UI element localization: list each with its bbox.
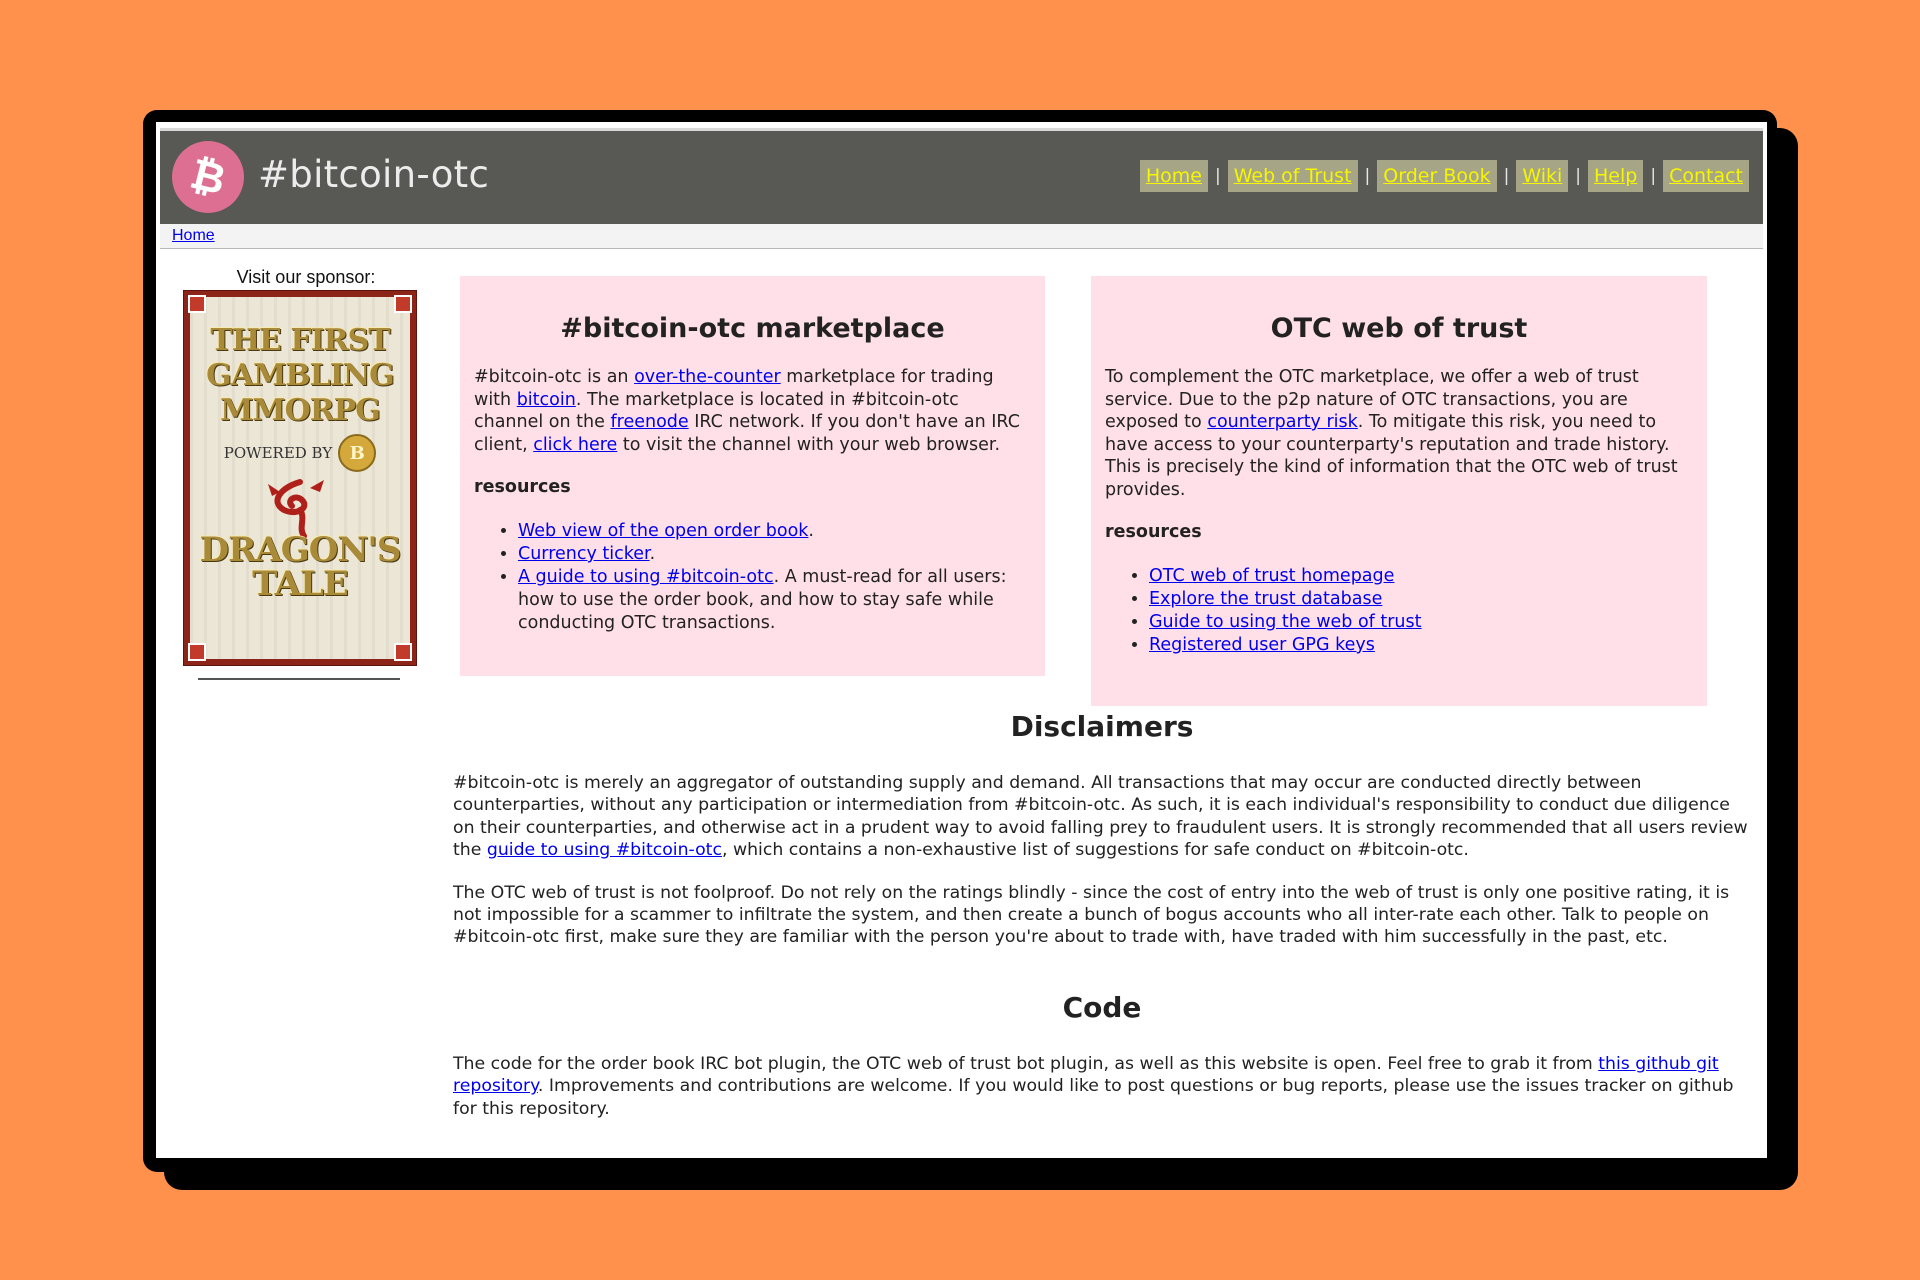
trust-guide-link[interactable]: Guide to using the web of trust <box>1149 612 1422 632</box>
list-item: Explore the trust database <box>1149 588 1707 611</box>
counterparty-risk-link[interactable]: counterparty risk <box>1207 412 1357 432</box>
disclaimer-paragraph-2: The OTC web of trust is not foolproof. D… <box>453 882 1730 948</box>
ad-corner-ornament <box>188 295 206 313</box>
sponsor-ad-banner[interactable]: THE FIRST GAMBLING MMORPG POWERED BY B D… <box>183 290 417 666</box>
top-nav: Home | Web of Trust | Order Book | Wiki … <box>1139 160 1749 192</box>
nav-separator: | <box>1575 166 1582 186</box>
sponsor-divider <box>198 678 400 680</box>
bitcoin-symbol-icon: ₿ <box>186 149 231 204</box>
freenode-link[interactable]: freenode <box>610 412 688 432</box>
ad-game-title-line2: TALE <box>252 564 349 604</box>
nav-separator: | <box>1214 166 1221 186</box>
guide-link[interactable]: A guide to using #bitcoin-otc <box>518 567 774 587</box>
code-body: The code for the order book IRC bot plug… <box>453 1053 1753 1120</box>
bitcoin-coin-icon: B <box>338 434 377 472</box>
ad-headline-line1: THE FIRST <box>210 323 390 358</box>
nav-home-link[interactable]: Home <box>1139 160 1208 192</box>
guide-inline-link[interactable]: guide to using #bitcoin-otc <box>487 840 722 860</box>
nav-contact-link[interactable]: Contact <box>1663 160 1749 192</box>
list-item: Web view of the open order book. <box>518 520 1031 543</box>
currency-ticker-link[interactable]: Currency ticker <box>518 544 650 564</box>
disclaimers-heading: Disclaimers <box>1010 710 1194 743</box>
text-span: . <box>649 544 656 564</box>
nav-help-link[interactable]: Help <box>1588 160 1644 192</box>
list-item: OTC web of trust homepage <box>1149 565 1707 588</box>
disclaimers-body: #bitcoin-otc is merely an aggregator of … <box>453 772 1753 949</box>
nav-separator: | <box>1650 166 1657 186</box>
bitcoin-glyph: ₿ <box>186 149 231 204</box>
marketplace-intro: #bitcoin-otc is an over-the-counter mark… <box>460 366 1045 456</box>
marketplace-title: #bitcoin-otc marketplace <box>560 313 945 344</box>
text-span: . Improvements and contributions are wel… <box>453 1076 1734 1119</box>
nav-separator: | <box>1364 166 1371 186</box>
web-of-trust-intro: To complement the OTC marketplace, we of… <box>1091 366 1707 501</box>
sponsor-label: Visit our sponsor: <box>236 267 376 287</box>
dragon-icon <box>268 479 324 538</box>
text-span: to visit the channel with your web brows… <box>617 434 1001 455</box>
text-span: . <box>808 521 814 541</box>
ad-headline-line2: GAMBLING <box>206 358 395 393</box>
bitcoin-link[interactable]: bitcoin <box>517 390 576 410</box>
breadcrumb: Home <box>160 224 1763 249</box>
list-item: A guide to using #bitcoin-otc. A must-re… <box>518 566 1031 635</box>
trust-homepage-link[interactable]: OTC web of trust homepage <box>1149 566 1394 586</box>
site-title[interactable]: #bitcoin-otc <box>258 153 489 196</box>
nav-wiki-link[interactable]: Wiki <box>1516 160 1569 192</box>
code-heading: Code <box>1062 991 1142 1024</box>
text-span: , which contains a non-exhaustive list o… <box>721 840 1469 861</box>
nav-separator: | <box>1503 166 1510 186</box>
web-of-trust-resources-list: OTC web of trust homepage Explore the tr… <box>1091 565 1707 657</box>
list-item: Registered user GPG keys <box>1149 634 1707 657</box>
order-book-view-link[interactable]: Web view of the open order book <box>518 521 808 541</box>
breadcrumb-home-link[interactable]: Home <box>172 227 215 245</box>
ad-corner-ornament <box>394 295 412 313</box>
site-header: ₿ #bitcoin-otc Home | Web of Trust | Ord… <box>160 128 1763 227</box>
ad-artwork: THE FIRST GAMBLING MMORPG POWERED BY B D… <box>188 295 412 661</box>
disclaimer-paragraph-1: #bitcoin-otc is merely an aggregator of … <box>453 772 1753 862</box>
ad-headline-line3: MMORPG <box>220 393 381 428</box>
ad-corner-ornament <box>188 643 206 661</box>
over-the-counter-link[interactable]: over-the-counter <box>634 367 781 387</box>
list-item: Currency ticker. <box>518 543 1031 566</box>
ad-corner-ornament <box>394 643 412 661</box>
text-span: The code for the order book IRC bot plug… <box>453 1054 1599 1074</box>
marketplace-resources-heading: resources <box>474 477 571 497</box>
ad-powered-by: POWERED BY B <box>190 434 410 472</box>
list-item: Guide to using the web of trust <box>1149 611 1707 634</box>
marketplace-resources-list: Web view of the open order book. Currenc… <box>460 520 1045 635</box>
gpg-keys-link[interactable]: Registered user GPG keys <box>1149 635 1375 655</box>
nav-order-book-link[interactable]: Order Book <box>1377 160 1497 192</box>
trust-database-link[interactable]: Explore the trust database <box>1149 589 1382 609</box>
bitcoin-logo-icon[interactable]: ₿ <box>172 141 244 213</box>
web-of-trust-panel: OTC web of trust To complement the OTC m… <box>1091 276 1707 706</box>
ad-powered-label: POWERED BY <box>223 444 333 462</box>
web-of-trust-title: OTC web of trust <box>1270 313 1528 344</box>
browser-page: ₿ #bitcoin-otc Home | Web of Trust | Ord… <box>156 122 1767 1158</box>
web-of-trust-resources-heading: resources <box>1105 522 1202 542</box>
marketplace-panel: #bitcoin-otc marketplace #bitcoin-otc is… <box>460 276 1045 676</box>
text-span: #bitcoin-otc is an <box>474 367 635 387</box>
nav-web-of-trust-link[interactable]: Web of Trust <box>1227 160 1358 192</box>
click-here-link[interactable]: click here <box>533 435 617 455</box>
code-paragraph: The code for the order book IRC bot plug… <box>453 1053 1753 1120</box>
